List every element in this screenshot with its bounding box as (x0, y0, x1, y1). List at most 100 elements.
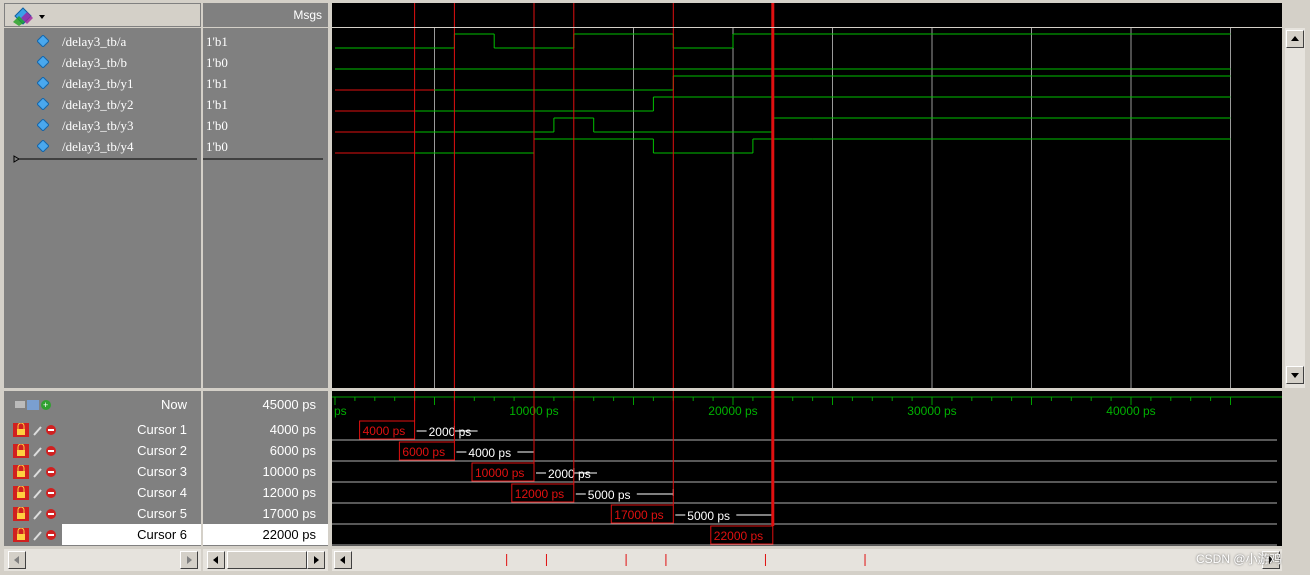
scroll-down-button[interactable] (1286, 366, 1304, 384)
cursor-time-label: 17000 ps (614, 508, 663, 522)
toolbar-header (4, 3, 201, 27)
ruler-tick-label: 40000 ps (1106, 404, 1155, 418)
scroll-right-button[interactable] (180, 551, 198, 569)
cursor-delta-label: 2000 ps (548, 467, 591, 481)
scroll-thumb[interactable] (227, 551, 307, 569)
cursor-row[interactable]: Cursor 5 (4, 503, 201, 524)
cursor-delta-label: 5000 ps (588, 488, 631, 502)
names-horizontal-scrollbar[interactable] (4, 549, 201, 571)
cursor-label: Cursor 5 (137, 506, 187, 521)
signal-row[interactable]: /delay3_tb/y3 (4, 115, 201, 136)
signal-value: 1'b0 (206, 139, 228, 154)
now-value: 45000 ps (262, 397, 317, 412)
cursor-row[interactable]: Cursor 3 (4, 461, 201, 482)
signal-names-pane: /delay3_tb/a /delay3_tb/b /delay3_tb/y1 … (4, 28, 201, 388)
arrow-right-icon (314, 556, 319, 564)
insertion-marker-line (203, 158, 323, 160)
cursor-delta-label: 4000 ps (468, 446, 511, 460)
cursor-time-label: 4000 ps (363, 424, 406, 438)
waveform-pane[interactable] (332, 28, 1282, 388)
cursor-value: 22000 ps (262, 527, 317, 542)
scroll-up-button[interactable] (1286, 30, 1304, 48)
waveform-canvas[interactable] (332, 28, 1282, 388)
signal-name: /delay3_tb/y1 (62, 76, 134, 91)
cursor-icons[interactable] (13, 507, 63, 521)
cursor-timeline-pane[interactable]: ps 10000 ps 20000 ps 30000 ps 40000 ps 4000 p… (332, 391, 1282, 546)
scroll-left-button[interactable] (334, 551, 352, 569)
cursor-selection-highlight: Cursor 6 (62, 524, 201, 545)
cursor-time-label: 6000 ps (402, 445, 445, 459)
cursor-icons[interactable] (13, 465, 63, 479)
signal-diamond-icon (37, 98, 49, 110)
insertion-marker (13, 155, 197, 163)
signal-name: /delay3_tb/y3 (62, 118, 134, 133)
now-label: Now (160, 397, 187, 412)
wave-add-icon[interactable] (13, 6, 53, 26)
cursor-icons[interactable] (13, 423, 63, 437)
signal-value: 1'b0 (206, 118, 228, 133)
signal-name: /delay3_tb/b (62, 55, 127, 70)
signal-row[interactable]: /delay3_tb/a (4, 31, 201, 52)
cursor-delta-label: 5000 ps (687, 509, 730, 523)
cursor-row[interactable]: Cursor 2 (4, 440, 201, 461)
cursor-label: Cursor 6 (137, 527, 187, 542)
signal-diamond-icon (37, 140, 49, 152)
cursor-icons[interactable] (13, 486, 63, 500)
cursor-label: Cursor 2 (137, 443, 187, 458)
signal-diamond-icon (37, 35, 49, 47)
cursor-time-label: 10000 ps (475, 466, 524, 480)
signal-value: 1'b1 (206, 97, 228, 112)
cursor-row-selected[interactable]: Cursor 6 (4, 524, 201, 545)
scroll-left-button[interactable] (8, 551, 26, 569)
signal-name: /delay3_tb/a (62, 34, 127, 49)
wave-header (332, 3, 1282, 27)
ruler-tick-label: 20000 ps (708, 404, 757, 418)
wave-horizontal-scrollbar[interactable] (332, 549, 1282, 571)
arrow-left-icon (213, 556, 218, 564)
cursor-value-selected[interactable]: 22000 ps (203, 524, 328, 545)
cursor-row[interactable]: Cursor 4 (4, 482, 201, 503)
cursor-value: 17000 ps (262, 506, 317, 521)
signal-row[interactable]: /delay3_tb/y1 (4, 73, 201, 94)
cursor-delta-label: 2000 ps (429, 425, 472, 439)
cursor-scroll-markers (506, 554, 866, 566)
msgs-label: Msgs (293, 8, 322, 22)
cursor-label: Cursor 3 (137, 464, 187, 479)
cursor-value: 12000 ps (262, 485, 317, 500)
cursor-timeline-canvas[interactable]: ps 10000 ps 20000 ps 30000 ps 40000 ps 4000 p… (332, 391, 1282, 546)
now-row: + Now (4, 394, 201, 415)
arrow-right-icon (187, 556, 192, 564)
signal-diamond-icon (37, 119, 49, 131)
arrow-left-icon (340, 556, 345, 564)
cursor-icons[interactable] (13, 444, 63, 458)
scroll-right-button[interactable] (307, 551, 325, 569)
signal-name: /delay3_tb/y4 (62, 139, 134, 154)
cursor-label: Cursor 1 (137, 422, 187, 437)
values-horizontal-scrollbar[interactable] (203, 549, 328, 571)
signal-value: 1'b0 (206, 55, 228, 70)
now-toolbar-icons[interactable]: + (13, 398, 63, 412)
ruler-start-label: ps (334, 404, 347, 418)
cursor-time-label: 22000 ps (714, 529, 763, 543)
msgs-header: Msgs (203, 3, 328, 27)
cursor-icons[interactable] (13, 528, 63, 542)
arrow-up-icon (1291, 36, 1299, 41)
arrow-left-icon (14, 556, 19, 564)
scroll-left-button[interactable] (207, 551, 225, 569)
signal-row[interactable]: /delay3_tb/b (4, 52, 201, 73)
vertical-scrollbar[interactable] (1285, 28, 1305, 388)
signal-value: 1'b1 (206, 76, 228, 91)
cursor-names-pane: + Now Cursor 1 Cursor 2 Cursor 3 Cursor … (4, 391, 201, 546)
watermark: CSDN @小游鸡 (1196, 552, 1282, 566)
signal-name: /delay3_tb/y2 (62, 97, 134, 112)
ruler-tick-label: 30000 ps (907, 404, 956, 418)
svg-text:+: + (43, 400, 48, 410)
cursor-value: 4000 ps (269, 422, 316, 437)
signal-value: 1'b1 (206, 34, 228, 49)
signal-diamond-icon (37, 77, 49, 89)
signal-diamond-icon (37, 56, 49, 68)
cursor-time-label: 12000 ps (515, 487, 564, 501)
cursor-row[interactable]: Cursor 1 (4, 419, 201, 440)
cursor-value: 10000 ps (262, 464, 317, 479)
signal-row[interactable]: /delay3_tb/y2 (4, 94, 201, 115)
